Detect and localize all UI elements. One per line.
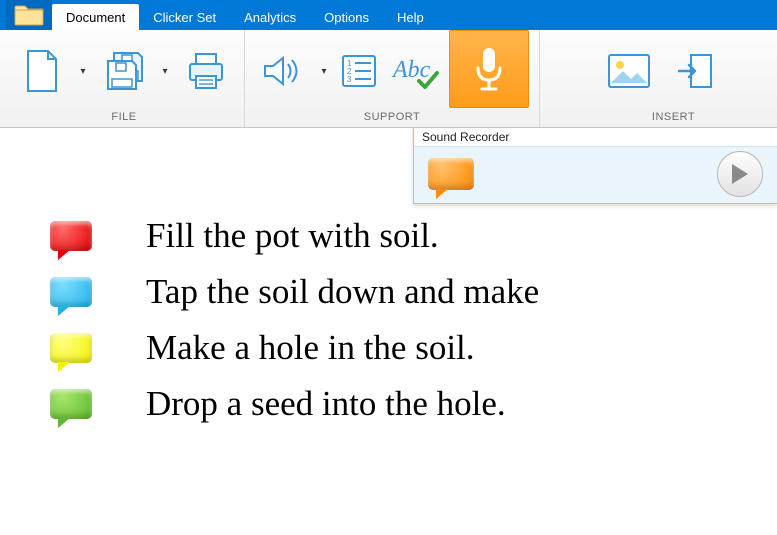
speaker-dropdown[interactable]: ▾ xyxy=(317,39,331,103)
new-file-dropdown[interactable]: ▾ xyxy=(76,39,90,103)
ribbon-group-file: ▾ ▾ xyxy=(0,30,245,127)
ribbon-group-label: FILE xyxy=(111,108,136,126)
speech-bubble-yellow[interactable] xyxy=(50,333,92,363)
print-button[interactable] xyxy=(178,39,234,103)
folder-icon[interactable] xyxy=(6,0,52,30)
sentence-text: Tap the soil down and make xyxy=(146,272,539,312)
save-button[interactable] xyxy=(96,39,152,103)
sound-recorder-panel: Sound Recorder xyxy=(413,128,777,204)
sentence-text: Fill the pot with soil. xyxy=(146,216,439,256)
tab-analytics[interactable]: Analytics xyxy=(230,4,310,30)
tab-label: Options xyxy=(324,10,369,25)
list-item: Make a hole in the soil. xyxy=(50,328,777,368)
tab-label: Clicker Set xyxy=(153,10,216,25)
microphone-button[interactable] xyxy=(449,30,529,108)
insert-arrow-button[interactable] xyxy=(673,39,717,103)
insert-image-button[interactable] xyxy=(601,39,657,103)
list-item: Tap the soil down and make xyxy=(50,272,777,312)
tab-label: Help xyxy=(397,10,424,25)
save-dropdown[interactable]: ▾ xyxy=(158,39,172,103)
tab-document[interactable]: Document xyxy=(52,4,139,30)
spellcheck-button[interactable]: Abc xyxy=(387,39,443,103)
ribbon-group-support: ▾ 1 2 3 Abc xyxy=(245,30,540,127)
tab-options[interactable]: Options xyxy=(310,4,383,30)
tab-label: Analytics xyxy=(244,10,296,25)
tab-help[interactable]: Help xyxy=(383,4,438,30)
tab-clicker-set[interactable]: Clicker Set xyxy=(139,4,230,30)
speech-bubble-green[interactable] xyxy=(50,389,92,419)
speech-bubble-blue[interactable] xyxy=(50,277,92,307)
record-bubble-icon[interactable] xyxy=(428,158,474,190)
new-file-button[interactable] xyxy=(14,39,70,103)
tab-label: Document xyxy=(66,10,125,25)
ribbon-group-label: SUPPORT xyxy=(364,108,420,126)
svg-text:3: 3 xyxy=(347,75,352,84)
speaker-button[interactable] xyxy=(255,39,311,103)
list-item: Fill the pot with soil. xyxy=(50,216,777,256)
sentence-text: Drop a seed into the hole. xyxy=(146,384,506,424)
ribbon: ▾ ▾ xyxy=(0,30,777,128)
ribbon-group-label: INSERT xyxy=(652,108,695,126)
sentence-text: Make a hole in the soil. xyxy=(146,328,475,368)
list-item: Drop a seed into the hole. xyxy=(50,384,777,424)
sound-recorder-title: Sound Recorder xyxy=(414,128,777,147)
svg-text:Abc: Abc xyxy=(391,57,431,83)
titlebar: Document Clicker Set Analytics Options H… xyxy=(0,0,777,30)
ribbon-group-insert: INSERT xyxy=(540,30,777,127)
outline-button[interactable]: 1 2 3 xyxy=(337,39,381,103)
speech-bubble-red[interactable] xyxy=(50,221,92,251)
play-button[interactable] xyxy=(717,151,763,197)
